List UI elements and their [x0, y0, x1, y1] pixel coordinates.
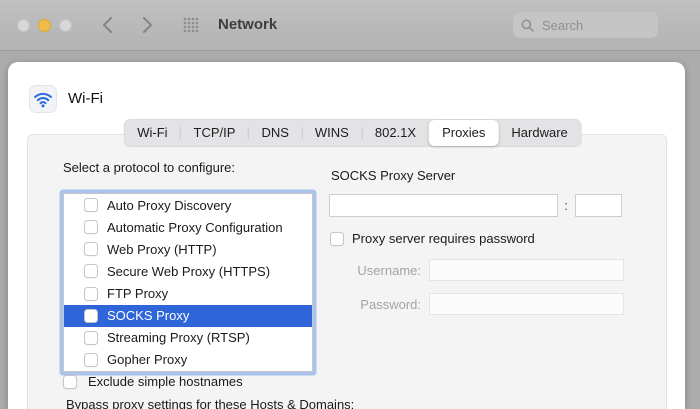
window-titlebar: Network: [0, 0, 700, 51]
apps-grid-icon: [183, 17, 199, 33]
password-label: Password:: [328, 297, 421, 312]
checkbox-auto-proxy-discovery[interactable]: [84, 198, 98, 212]
password-input[interactable]: [429, 293, 624, 315]
window-title: Network: [218, 0, 277, 50]
protocol-list: Auto Proxy Discovery Automatic Proxy Con…: [63, 193, 313, 372]
exclude-hostnames-checkbox[interactable]: [63, 375, 77, 389]
host-port-separator: :: [559, 194, 573, 217]
proxy-server-address-input[interactable]: [329, 194, 558, 217]
protocol-row-ftp-proxy[interactable]: FTP Proxy: [64, 283, 312, 305]
exclude-hostnames-row[interactable]: Exclude simple hostnames: [63, 374, 243, 389]
protocol-label: Streaming Proxy (RTSP): [107, 330, 250, 345]
proxies-tab-pane: Select a protocol to configure: Auto Pro…: [27, 134, 667, 409]
checkbox-automatic-proxy-configuration[interactable]: [84, 220, 98, 234]
requires-password-row[interactable]: Proxy server requires password: [330, 231, 535, 246]
chevron-right-icon: [142, 16, 153, 34]
proxy-server-port-input[interactable]: [575, 194, 622, 217]
username-label: Username:: [328, 263, 421, 278]
show-all-preferences-button[interactable]: [183, 17, 199, 33]
checkbox-socks-proxy[interactable]: [84, 309, 98, 323]
protocol-label: Gopher Proxy: [107, 352, 187, 367]
protocol-label: Secure Web Proxy (HTTPS): [107, 264, 270, 279]
magnifier-icon: [521, 19, 534, 32]
close-window-button[interactable]: [17, 19, 30, 32]
protocol-row-automatic-proxy-configuration[interactable]: Automatic Proxy Configuration: [64, 216, 312, 238]
bypass-hosts-label: Bypass proxy settings for these Hosts & …: [66, 397, 354, 409]
socks-proxy-server-label: SOCKS Proxy Server: [331, 168, 455, 183]
protocol-row-socks-proxy[interactable]: SOCKS Proxy: [64, 305, 312, 327]
checkbox-web-proxy-http[interactable]: [84, 242, 98, 256]
tab-8021x[interactable]: 802.1X: [362, 120, 429, 146]
back-button[interactable]: [96, 13, 118, 37]
checkbox-gopher-proxy[interactable]: [84, 353, 98, 367]
tab-wins[interactable]: WINS: [302, 120, 362, 146]
checkbox-streaming-proxy-rtsp[interactable]: [84, 331, 98, 345]
requires-password-label: Proxy server requires password: [352, 231, 535, 246]
protocol-label: FTP Proxy: [107, 286, 168, 301]
forward-button[interactable]: [136, 13, 158, 37]
protocol-label: Automatic Proxy Configuration: [107, 220, 283, 235]
minimize-window-button[interactable]: [38, 19, 51, 32]
search-field[interactable]: [513, 12, 658, 38]
search-input[interactable]: [540, 17, 650, 34]
service-name: Wi-Fi: [68, 85, 103, 113]
tab-tcpip[interactable]: TCP/IP: [181, 120, 249, 146]
proxies-sheet: Wi-Fi Wi-Fi TCP/IP DNS WINS 802.1X Proxi…: [8, 62, 685, 409]
wifi-icon: [33, 89, 53, 109]
tab-dns[interactable]: DNS: [248, 120, 301, 146]
exclude-hostnames-label: Exclude simple hostnames: [88, 374, 243, 389]
checkbox-secure-web-proxy-https[interactable]: [84, 264, 98, 278]
protocol-label: Web Proxy (HTTP): [107, 242, 217, 257]
protocol-row-web-proxy-http[interactable]: Web Proxy (HTTP): [64, 238, 312, 260]
checkbox-ftp-proxy[interactable]: [84, 287, 98, 301]
tab-hardware[interactable]: Hardware: [498, 120, 580, 146]
protocol-row-streaming-proxy-rtsp[interactable]: Streaming Proxy (RTSP): [64, 327, 312, 349]
protocol-row-auto-proxy-discovery[interactable]: Auto Proxy Discovery: [64, 194, 312, 216]
tab-proxies[interactable]: Proxies: [429, 120, 498, 146]
wifi-service-icon-box: [29, 85, 57, 113]
select-protocol-label: Select a protocol to configure:: [63, 160, 235, 175]
requires-password-checkbox[interactable]: [330, 232, 344, 246]
username-input[interactable]: [429, 259, 624, 281]
chevron-left-icon: [102, 16, 113, 34]
protocol-row-gopher-proxy[interactable]: Gopher Proxy: [64, 349, 312, 371]
protocol-label: SOCKS Proxy: [107, 308, 189, 323]
tab-wifi[interactable]: Wi-Fi: [124, 120, 180, 146]
protocol-row-secure-web-proxy-https[interactable]: Secure Web Proxy (HTTPS): [64, 260, 312, 282]
tab-bar: Wi-Fi TCP/IP DNS WINS 802.1X Proxies Har…: [123, 119, 582, 147]
zoom-window-button[interactable]: [59, 19, 72, 32]
protocol-label: Auto Proxy Discovery: [107, 198, 231, 213]
